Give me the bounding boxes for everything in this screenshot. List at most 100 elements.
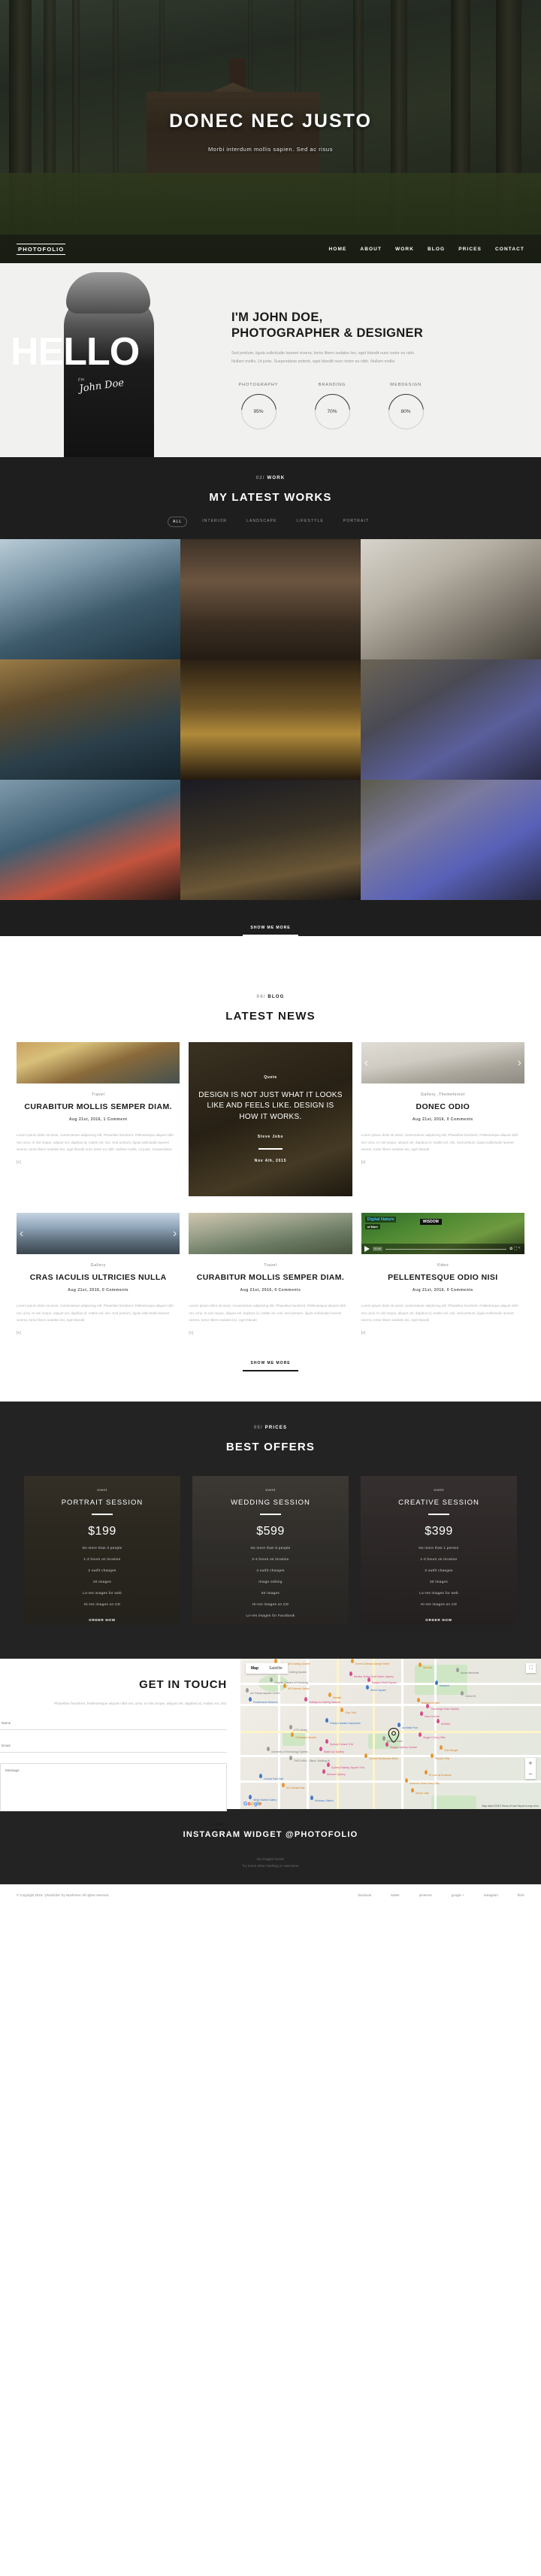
email-input[interactable] — [0, 1739, 227, 1753]
blog-post-card[interactable]: Travel CURABITUR MOLLIS SEMPER DIAM. Aug… — [17, 1042, 180, 1196]
map-poi-label[interactable]: Wake Up! Sydney — [324, 1750, 344, 1753]
slider-prev-icon[interactable]: ‹ — [364, 1056, 368, 1070]
map-poi-label[interactable]: Museum — [440, 1684, 449, 1687]
map-poi-label[interactable]: World Square — [370, 1689, 386, 1692]
zoom-out-button[interactable]: − — [525, 1768, 536, 1779]
post-read-more[interactable]: [+] — [17, 1331, 180, 1335]
social-flickr[interactable]: flickr — [518, 1893, 524, 1897]
map-poi-label[interactable]: Rydges Sydney Central — [390, 1746, 417, 1749]
nav-item-about[interactable]: ABOUT — [360, 247, 382, 252]
map-type-toggle[interactable]: Map Satellite — [246, 1662, 288, 1674]
map-marker-icon[interactable] — [340, 1707, 343, 1712]
nav-item-blog[interactable]: BLOG — [428, 247, 445, 252]
social-facebook[interactable]: facebook — [358, 1893, 371, 1897]
video-settings-icon[interactable]: ✿⛶ⱽ — [509, 1247, 521, 1251]
zoom-in-button[interactable]: + — [525, 1758, 536, 1768]
fullscreen-icon[interactable]: ⛶ — [526, 1662, 536, 1673]
map-marker-icon[interactable] — [435, 1680, 438, 1685]
map-marker-icon[interactable] — [419, 1662, 422, 1667]
map-marker-icon[interactable] — [419, 1732, 422, 1737]
map-marker-icon[interactable] — [310, 1795, 313, 1800]
map-poi-label[interactable]: Chinatown Noodle — [295, 1736, 316, 1739]
map-marker-icon[interactable] — [325, 1738, 328, 1744]
post-read-more[interactable]: [+] — [189, 1331, 352, 1335]
work-tile[interactable] — [361, 539, 541, 659]
work-tile[interactable] — [0, 659, 180, 780]
map-marker-icon[interactable] — [417, 1697, 420, 1702]
work-tile[interactable] — [180, 539, 361, 659]
video-thumbnail[interactable]: Digital Nature of Mare WISDOM 01:04 ✿⛶ⱽ — [361, 1213, 524, 1254]
work-tile[interactable] — [361, 780, 541, 900]
map-marker-icon[interactable] — [349, 1671, 352, 1676]
filter-portrait[interactable]: PORTRAIT — [339, 517, 373, 527]
map-poi-label[interactable]: NOMAD — [441, 1723, 451, 1726]
blog-post-card[interactable]: ‹ › Gallery CRAS IACULIS ULTRICIES NULLA… — [17, 1213, 180, 1335]
map-poi-label[interactable]: Mercure Sydney — [327, 1773, 346, 1776]
filter-all[interactable]: ALL — [168, 517, 188, 527]
map-poi-label[interactable]: Devon Cafe — [416, 1792, 429, 1795]
social-pinterest[interactable]: pinterest — [419, 1893, 432, 1897]
map-marker-icon[interactable] — [366, 1684, 369, 1690]
map-poi-label[interactable]: Sydney Central YHA — [330, 1743, 353, 1746]
work-tile[interactable] — [0, 780, 180, 900]
work-tile[interactable] — [0, 539, 180, 659]
blog-show-more-button[interactable]: SHOW ME MORE — [243, 1361, 298, 1371]
map-button[interactable]: Map — [246, 1663, 264, 1674]
site-logo[interactable]: PHOTOFOLIO — [17, 243, 66, 255]
order-now-button[interactable]: ORDER NOW — [425, 1618, 452, 1625]
post-title[interactable]: DONEC ODIO — [361, 1102, 524, 1112]
map-poi-label[interactable]: Chinese Garden of Friendship — [274, 1681, 308, 1684]
map-poi-label[interactable]: El Loco at Excelsior — [429, 1774, 452, 1777]
map-poi-label[interactable]: University of Technology Sydney — [271, 1750, 308, 1753]
map-poi-label[interactable]: Chat Thai — [345, 1711, 356, 1714]
map-marker-icon[interactable] — [437, 1718, 440, 1723]
map-poi-label[interactable]: Venu Central — [425, 1715, 440, 1718]
map-poi-label[interactable]: Australia Post — [402, 1726, 418, 1729]
filter-landscape[interactable]: LANDSCAPE — [242, 517, 281, 527]
map-poi-label[interactable]: Mortuary Station — [315, 1799, 334, 1802]
map-poi-label[interactable]: Chur Burger — [444, 1749, 458, 1752]
map-marker-icon[interactable] — [246, 1687, 249, 1693]
map-poi-label[interactable]: UTS Library — [294, 1729, 307, 1732]
blog-video-card[interactable]: Digital Nature of Mare WISDOM 01:04 ✿⛶ⱽ … — [361, 1213, 524, 1335]
map-marker-icon[interactable] — [327, 1762, 330, 1767]
google-map[interactable]: Map Satellite ⛶ + − Google Map data ©201… — [240, 1658, 541, 1809]
map-poi-label[interactable]: Single O Surry Hills — [423, 1736, 445, 1739]
map-marker-icon[interactable] — [426, 1703, 429, 1708]
map-marker-icon[interactable] — [425, 1769, 428, 1774]
map-poi-label[interactable]: Maloney's Hotel — [422, 1702, 440, 1705]
map-marker-icon[interactable] — [411, 1787, 414, 1793]
video-progress-bar[interactable] — [385, 1248, 507, 1250]
filter-interior[interactable]: INTERIOR — [198, 517, 231, 527]
satellite-button[interactable]: Satellite — [264, 1663, 288, 1674]
map-poi-label[interactable]: Travelodge Hotel Sydney — [431, 1708, 459, 1711]
map-marker-icon[interactable] — [291, 1732, 294, 1737]
blog-post-card[interactable]: ‹ › Gallery ,Themeforest DONEC ODIO Aug … — [361, 1042, 524, 1196]
map-poi-label[interactable]: Mamak — [333, 1696, 341, 1699]
map-marker-icon[interactable] — [364, 1753, 367, 1758]
map-marker-icon[interactable] — [461, 1690, 464, 1696]
work-tile[interactable] — [180, 780, 361, 900]
map-poi-label[interactable]: Central Woolworths Metro — [369, 1757, 398, 1760]
work-show-more-button[interactable]: SHOW ME MORE — [243, 926, 298, 936]
map-poi-label[interactable]: Ian Thorpe Aquatic Centre — [250, 1692, 280, 1695]
nav-item-home[interactable]: HOME — [329, 247, 347, 252]
map-poi-label[interactable]: Anzac Memorial — [461, 1671, 479, 1674]
post-read-more[interactable]: [+] — [361, 1331, 524, 1335]
nav-item-contact[interactable]: CONTACT — [495, 247, 524, 252]
map-poi-label[interactable]: Paddy's Market Haymarket — [330, 1722, 361, 1725]
map-poi-label[interactable]: Domino's Pizza Surry Hills — [410, 1782, 440, 1785]
slider-prev-icon[interactable]: ‹ — [20, 1227, 23, 1241]
map-poi-label[interactable]: TAFE NSW - Ultimo, Building W — [294, 1759, 330, 1762]
map-marker-icon[interactable] — [431, 1753, 434, 1758]
post-title[interactable]: CURABITUR MOLLIS SEMPER DIAM. — [189, 1273, 352, 1283]
price-card-portrait[interactable]: event PORTRAIT SESSION $199 No more than… — [24, 1475, 180, 1625]
blog-post-card[interactable]: Travel CURABITUR MOLLIS SEMPER DIAM. Aug… — [189, 1213, 352, 1335]
map-marker-icon[interactable] — [304, 1696, 307, 1702]
map-poi-label[interactable]: Darling Quarter — [289, 1671, 307, 1674]
social-google-plus[interactable]: google + — [452, 1893, 464, 1897]
map-zoom-controls[interactable]: + − — [525, 1757, 536, 1779]
map-poi-label[interactable]: Powerhouse Museum — [253, 1701, 278, 1704]
name-input[interactable] — [0, 1717, 227, 1731]
map-marker-icon[interactable] — [325, 1717, 328, 1723]
